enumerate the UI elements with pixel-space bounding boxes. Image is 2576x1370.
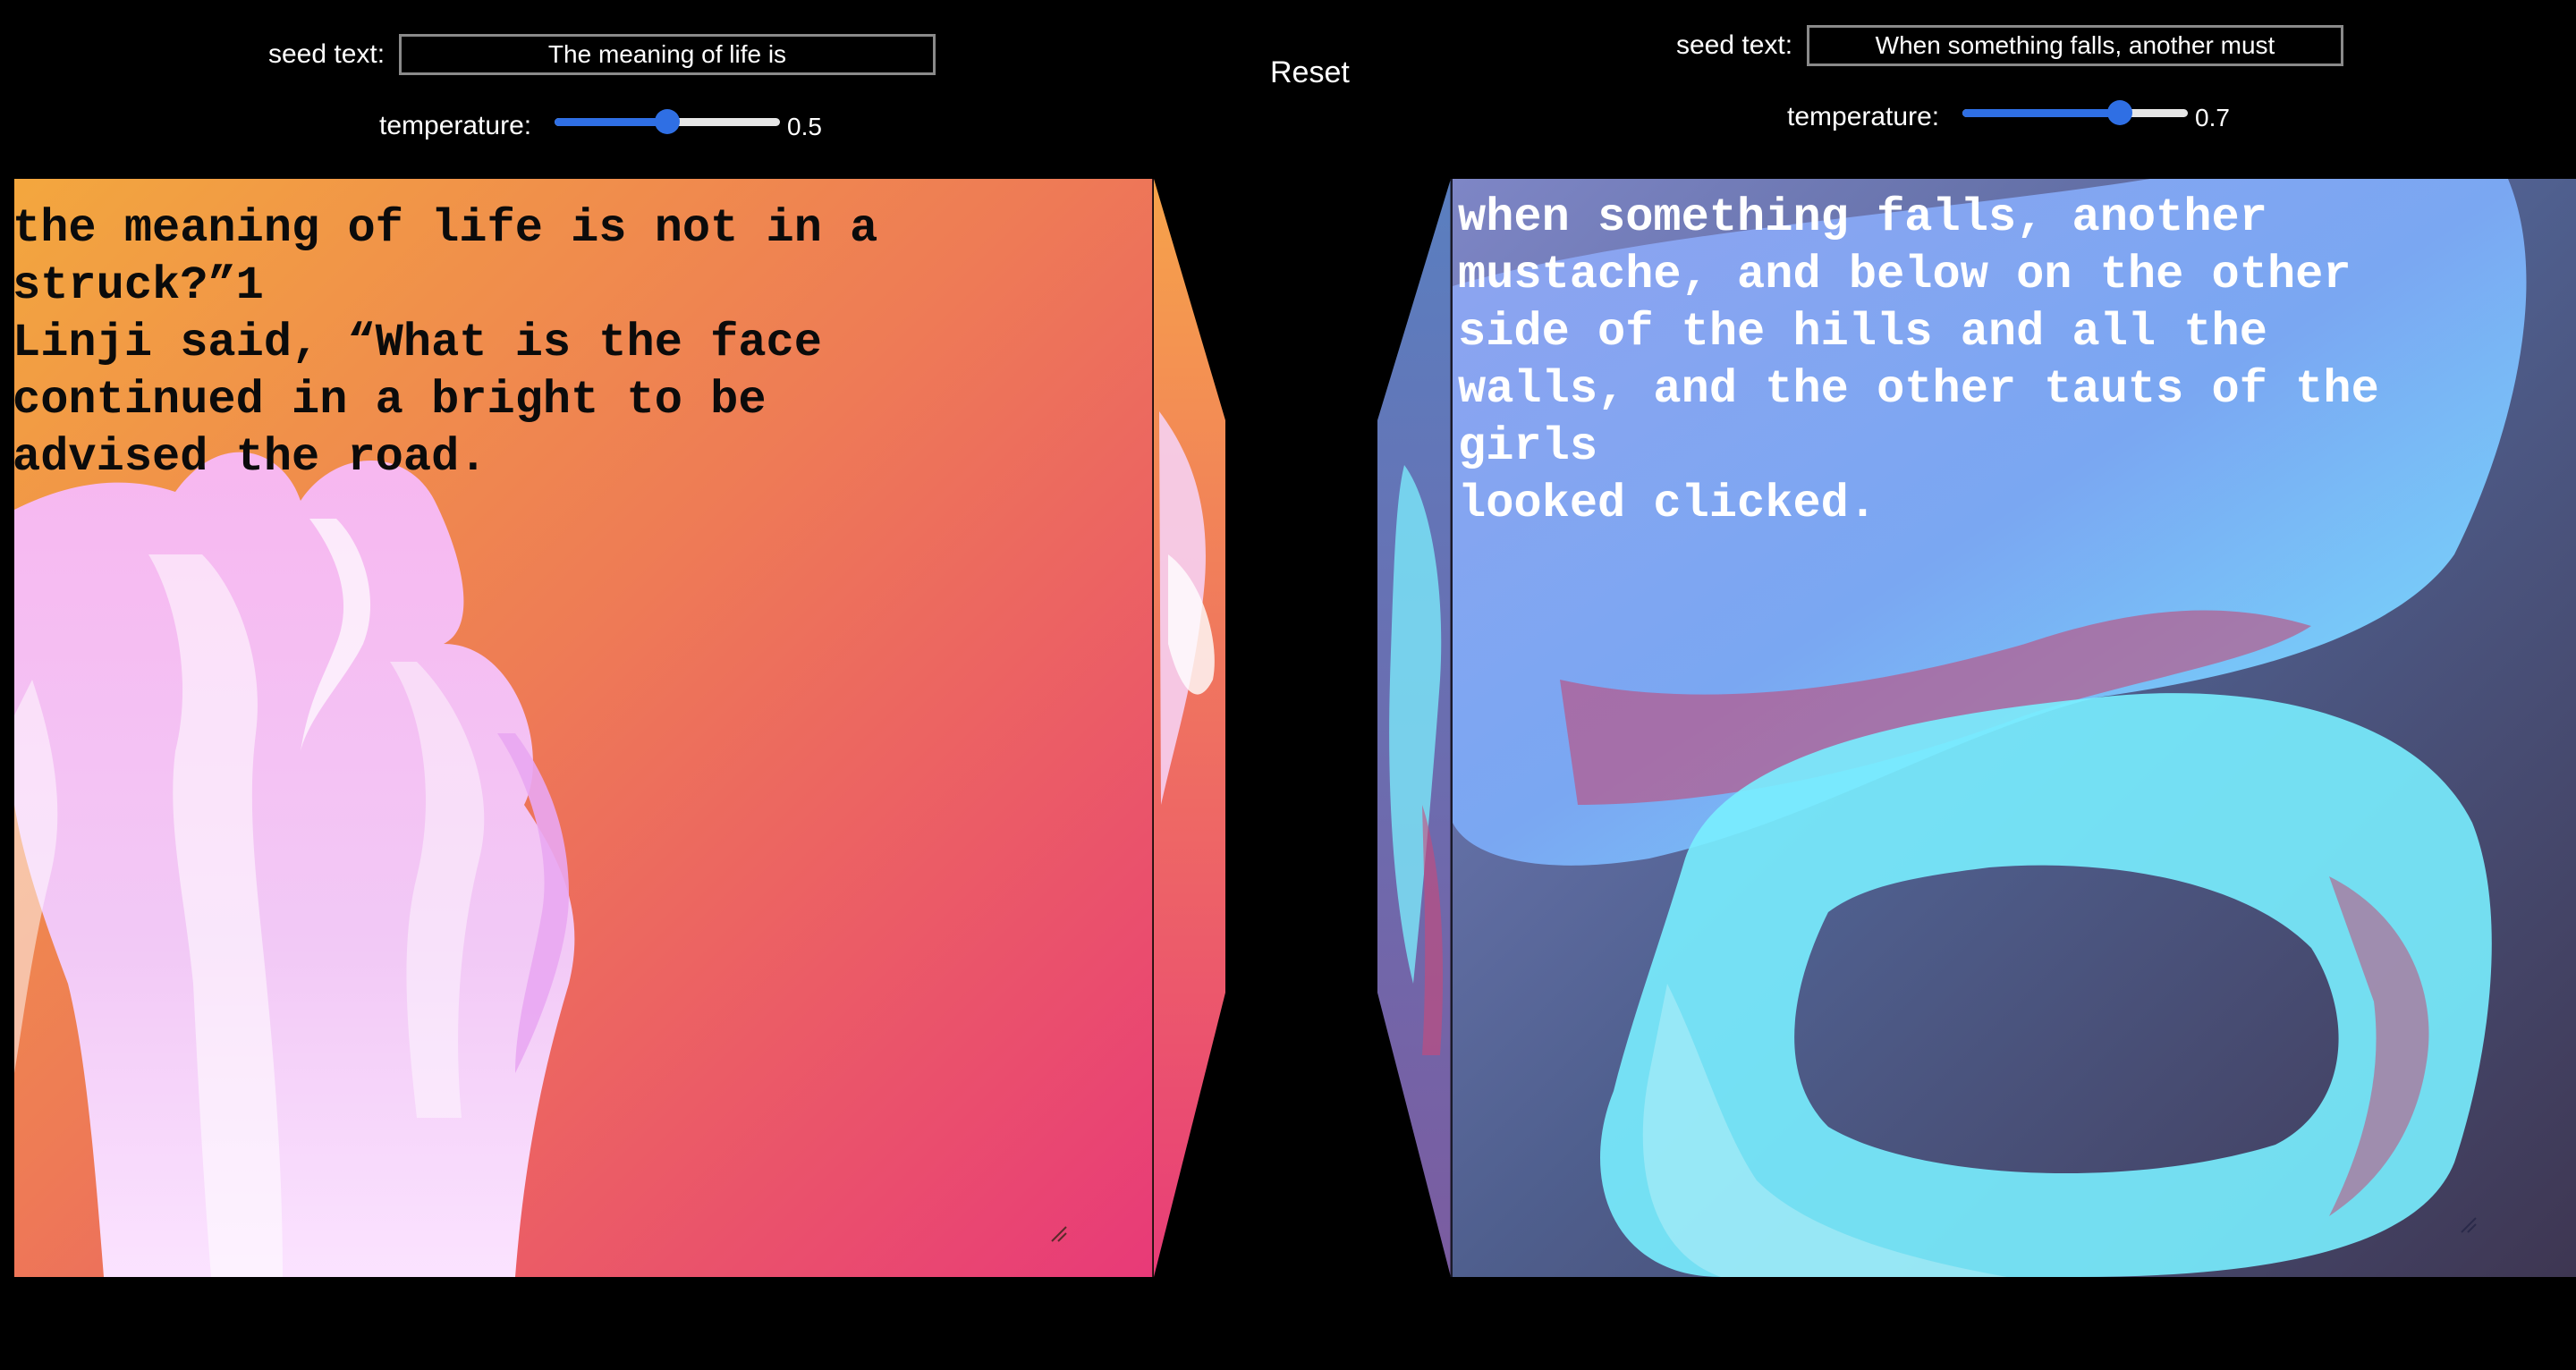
left-temperature-slider[interactable] <box>555 108 780 135</box>
right-temperature-label: temperature: <box>1787 102 1940 131</box>
right-temperature-value: 0.7 <box>2195 104 2230 131</box>
right-generated-text: when something falls, another mustache, … <box>1458 191 2379 530</box>
left-generated-text: the meaning of life is not in a struck?”… <box>13 202 878 484</box>
left-slider-fill <box>555 118 667 126</box>
right-seed-label: seed text: <box>1676 30 1793 60</box>
right-resize-grip-icon[interactable] <box>2460 1216 2478 1234</box>
reset-button[interactable]: Reset <box>1270 55 1350 90</box>
left-seed-input[interactable] <box>399 34 936 75</box>
left-seed-label: seed text: <box>268 39 386 69</box>
right-cube-side-face <box>1377 179 1454 1277</box>
left-slider-thumb[interactable] <box>655 109 680 134</box>
right-temperature-slider[interactable] <box>1962 99 2188 126</box>
left-temperature-label: temperature: <box>379 111 532 140</box>
right-seed-input[interactable] <box>1807 25 2343 66</box>
left-resize-grip-icon[interactable] <box>1050 1225 1068 1243</box>
right-slider-fill <box>1962 109 2121 117</box>
left-cube-side-face <box>1150 179 1225 1277</box>
left-temperature-value: 0.5 <box>787 113 822 140</box>
right-slider-thumb[interactable] <box>2107 100 2133 125</box>
right-side-face-art <box>1377 179 1453 1277</box>
left-side-face-art <box>1150 179 1225 1277</box>
